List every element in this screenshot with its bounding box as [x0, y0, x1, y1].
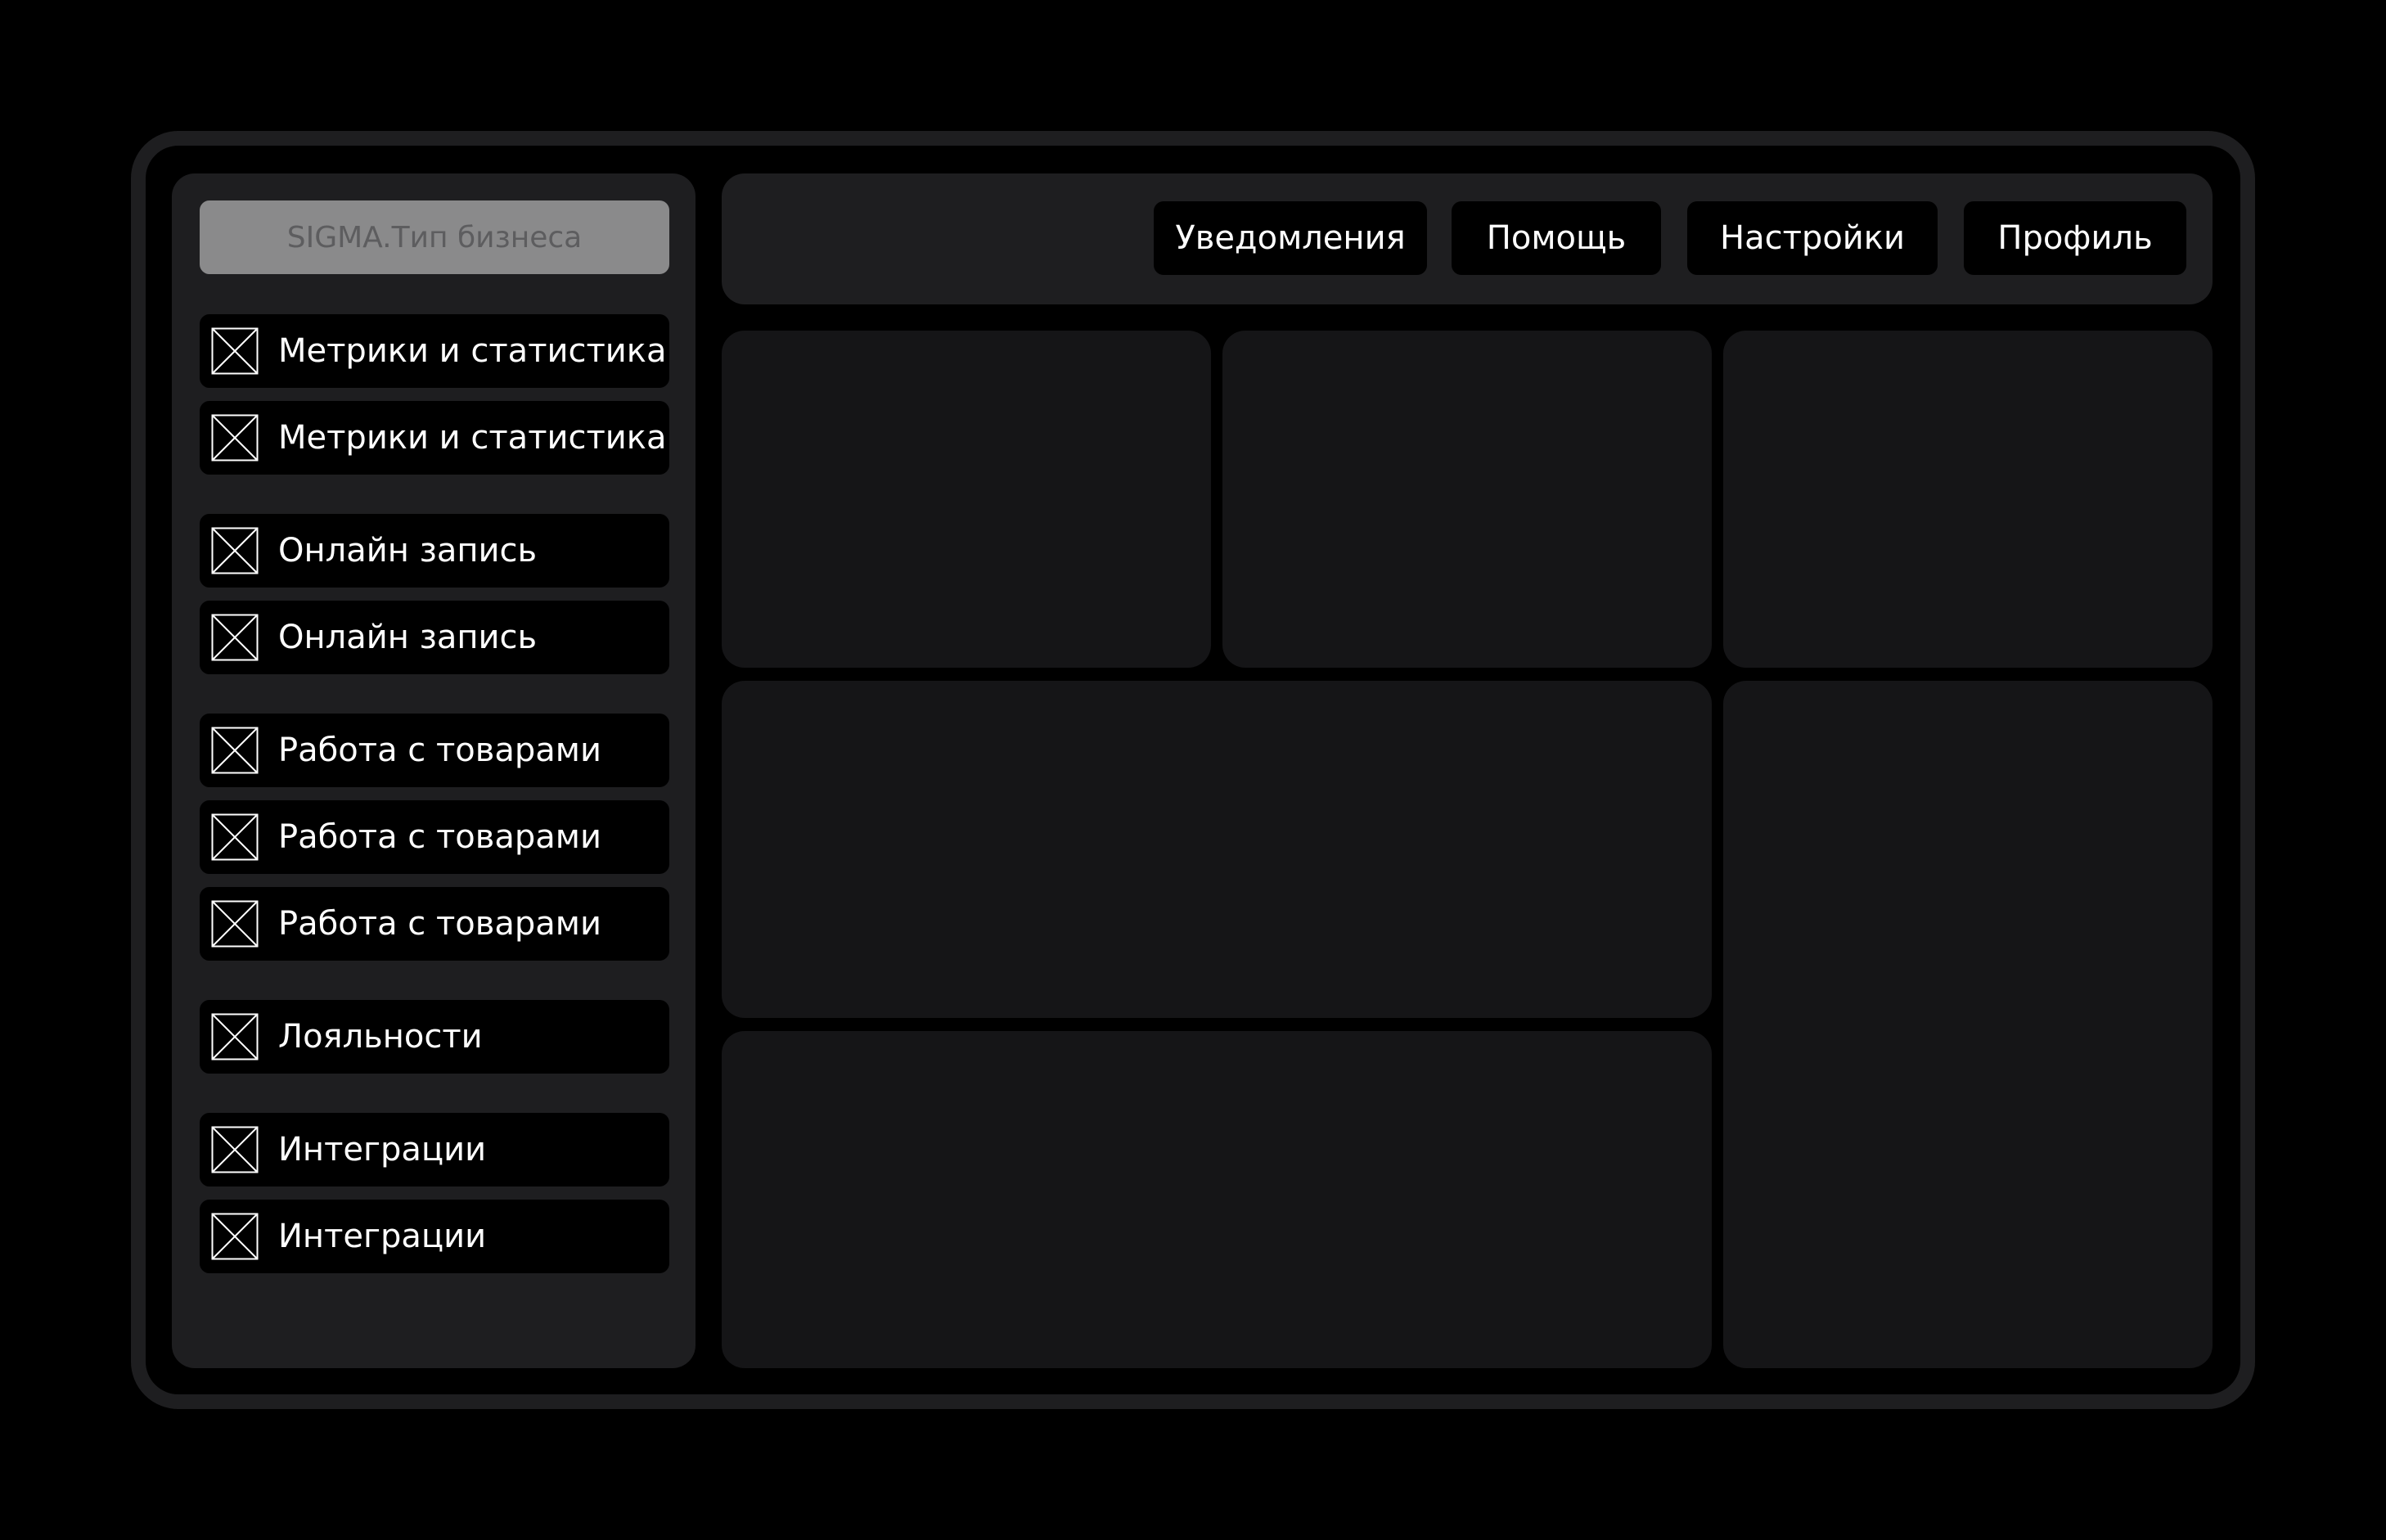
help-button[interactable]: Помощь: [1452, 201, 1661, 275]
sidebar-item-online-booking-2[interactable]: Онлайн запись: [200, 601, 669, 674]
sidebar-item-products-1[interactable]: Работа с товарами: [200, 714, 669, 787]
sidebar: SIGMA.Тип бизнеса Метрики и статистика М…: [172, 173, 696, 1368]
sidebar-item-label: Работа с товарами: [278, 732, 601, 769]
image-placeholder-icon: [211, 813, 259, 861]
sidebar-item-online-booking-1[interactable]: Онлайн запись: [200, 514, 669, 588]
dashboard-card-1: [722, 331, 1211, 668]
header-bar: Уведомления Помощь Настройки Профиль: [722, 173, 2213, 304]
sidebar-item-loyalty[interactable]: Лояльности: [200, 1000, 669, 1074]
dashboard-card-3: [1723, 331, 2213, 668]
image-placeholder-icon: [211, 1213, 259, 1260]
sidebar-item-label: Лояльности: [278, 1018, 483, 1056]
image-placeholder-icon: [211, 414, 259, 462]
dashboard-card-tall: [1723, 681, 2213, 1368]
sidebar-item-integrations-1[interactable]: Интеграции: [200, 1113, 669, 1187]
sidebar-item-label: Работа с товарами: [278, 905, 601, 943]
settings-button[interactable]: Настройки: [1687, 201, 1938, 275]
image-placeholder-icon: [211, 1126, 259, 1173]
image-placeholder-icon: [211, 614, 259, 661]
sidebar-item-label: Интеграции: [278, 1131, 487, 1169]
sidebar-item-products-3[interactable]: Работа с товарами: [200, 887, 669, 961]
sidebar-item-products-2[interactable]: Работа с товарами: [200, 800, 669, 874]
sidebar-item-metrics-1[interactable]: Метрики и статистика: [200, 314, 669, 388]
profile-button[interactable]: Профиль: [1964, 201, 2186, 275]
sidebar-item-label: Метрики и статистика: [278, 332, 667, 370]
image-placeholder-icon: [211, 327, 259, 375]
image-placeholder-icon: [211, 900, 259, 948]
business-type-select-label: SIGMA.Тип бизнеса: [286, 220, 583, 254]
sidebar-item-label: Интеграции: [278, 1218, 487, 1255]
sidebar-item-label: Работа с товарами: [278, 818, 601, 856]
sidebar-item-label: Метрики и статистика: [278, 419, 667, 457]
dashboard-card-wide-1: [722, 681, 1712, 1018]
dashboard-card-2: [1222, 331, 1712, 668]
business-type-select[interactable]: SIGMA.Тип бизнеса: [200, 200, 669, 274]
image-placeholder-icon: [211, 527, 259, 574]
image-placeholder-icon: [211, 727, 259, 774]
sidebar-item-label: Онлайн запись: [278, 619, 538, 656]
sidebar-item-metrics-2[interactable]: Метрики и статистика: [200, 401, 669, 475]
sidebar-item-integrations-2[interactable]: Интеграции: [200, 1200, 669, 1273]
notifications-button[interactable]: Уведомления: [1154, 201, 1427, 275]
sidebar-item-label: Онлайн запись: [278, 532, 538, 570]
image-placeholder-icon: [211, 1013, 259, 1060]
dashboard-card-wide-2: [722, 1031, 1712, 1368]
